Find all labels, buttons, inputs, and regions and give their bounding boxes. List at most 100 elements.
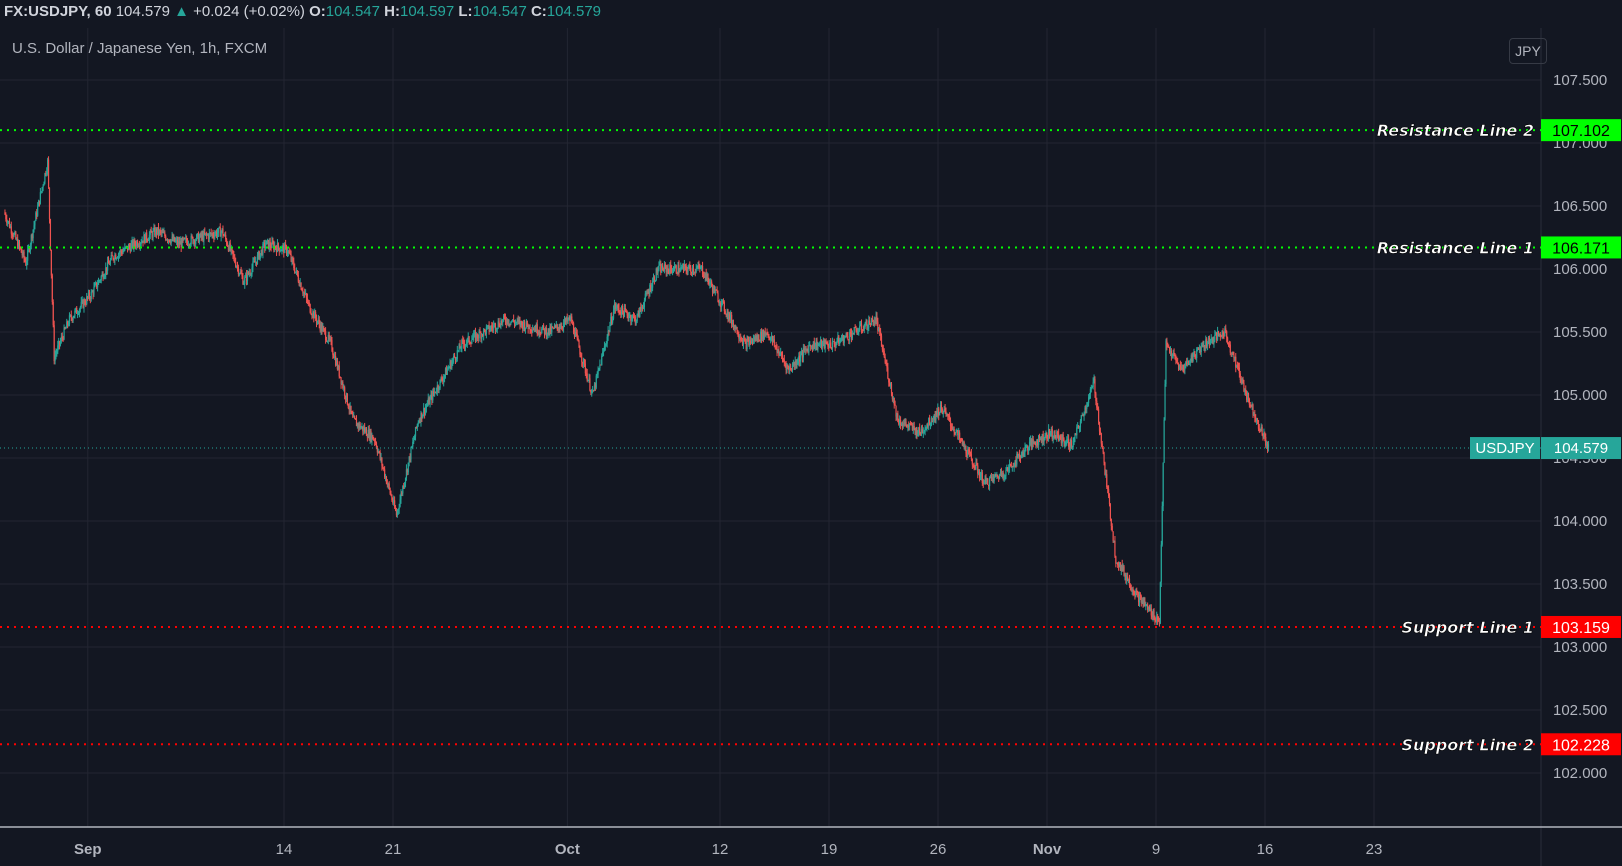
price-tick-label: 103.000 xyxy=(1553,639,1607,656)
price-tick-label: 102.500 xyxy=(1553,702,1607,719)
candle-body xyxy=(97,284,99,288)
candle-body xyxy=(1103,452,1105,463)
chart-title: U.S. Dollar / Japanese Yen, 1h, FXCM xyxy=(12,40,268,57)
candle-body xyxy=(1164,384,1166,420)
time-tick-label: 21 xyxy=(385,841,402,858)
candle-body xyxy=(100,276,102,281)
time-tick-label: 9 xyxy=(1152,841,1160,858)
price-tick-label: 105.500 xyxy=(1553,324,1607,341)
candle-body xyxy=(51,275,53,303)
high-value: 104.597 xyxy=(399,3,455,20)
candle-body xyxy=(1214,334,1216,341)
time-tick-label: Nov xyxy=(1033,841,1062,858)
line-label: Support Line 1 xyxy=(1401,618,1534,637)
time-tick-label: Sep xyxy=(74,841,102,858)
triangle-up-icon: ▲ xyxy=(174,3,189,20)
candle-body xyxy=(1226,331,1228,338)
candle-body xyxy=(34,221,36,226)
candle-body xyxy=(543,325,545,329)
candle-body xyxy=(970,453,973,460)
current-price-value: 104.579 xyxy=(1554,440,1608,457)
line-price-value: 107.102 xyxy=(1552,123,1610,140)
candle-body xyxy=(658,265,660,270)
time-tick-label: 14 xyxy=(276,841,293,858)
candle-body xyxy=(773,339,775,346)
line-price-value: 102.228 xyxy=(1552,737,1610,754)
line-label: Resistance Line 1 xyxy=(1377,238,1534,257)
candle-body xyxy=(1163,419,1165,463)
candle-body xyxy=(277,243,279,248)
candle-body xyxy=(887,367,889,379)
currency-button[interactable]: JPY xyxy=(1509,38,1547,64)
candle-body xyxy=(953,428,955,433)
high-label: H: xyxy=(384,3,400,20)
time-tick-label: 19 xyxy=(821,841,838,858)
symbol-name[interactable]: FX:USDJPY, 60 xyxy=(4,3,112,20)
candle-body xyxy=(217,227,220,233)
candle-body xyxy=(724,311,726,314)
candle-body xyxy=(344,387,346,396)
candle-body xyxy=(1114,540,1116,557)
candle-body xyxy=(90,291,92,300)
close-value: 104.579 xyxy=(546,3,602,20)
candle-body xyxy=(959,432,961,439)
candle-body xyxy=(847,335,849,340)
candle-body xyxy=(1005,470,1007,476)
line-price-value: 106.171 xyxy=(1552,240,1610,257)
line-price-value: 103.159 xyxy=(1552,620,1610,637)
candle-body xyxy=(800,354,802,362)
candle-body xyxy=(675,265,677,273)
time-tick-label: 12 xyxy=(712,841,729,858)
candle-body xyxy=(860,323,863,330)
price-tick-label: 105.000 xyxy=(1553,387,1607,404)
candle-body xyxy=(1165,340,1167,385)
candle-body xyxy=(758,334,760,341)
candle-body xyxy=(410,447,412,460)
candle-body xyxy=(1080,415,1082,422)
candle-body xyxy=(586,373,588,381)
line-label: Support Line 2 xyxy=(1401,735,1534,754)
candle-body xyxy=(871,318,874,320)
candle-body xyxy=(93,286,95,295)
candle-body xyxy=(1161,506,1163,545)
line-label: Resistance Line 2 xyxy=(1377,121,1534,140)
time-tick-label: 16 xyxy=(1257,841,1274,858)
candle-body xyxy=(853,327,855,335)
candle-body xyxy=(1013,466,1015,468)
price-chart[interactable]: 102.000 102.500 103.000 103.500 104.000 104.5… xyxy=(0,28,1622,866)
candle-body xyxy=(354,416,356,419)
close-label: C: xyxy=(530,3,547,20)
candle-body xyxy=(50,249,52,276)
candle-body xyxy=(52,302,54,326)
candle-body xyxy=(1159,582,1161,624)
price-tick-label: 102.000 xyxy=(1553,765,1607,782)
price-tick-label: 104.000 xyxy=(1553,513,1607,530)
open-label: O: xyxy=(309,3,326,20)
symbol-label: USDJPY xyxy=(1475,440,1534,457)
candle-body xyxy=(589,378,591,391)
candle-body xyxy=(1261,426,1263,434)
low-label: L: xyxy=(458,3,473,20)
candle-body xyxy=(1097,409,1100,423)
candle-body xyxy=(1226,337,1229,343)
candle-body xyxy=(1108,496,1111,505)
candle-body xyxy=(42,185,44,188)
low-value: 104.547 xyxy=(472,3,527,20)
candle-body xyxy=(39,192,41,204)
candle-body xyxy=(1162,462,1164,507)
candle-body xyxy=(556,324,558,328)
time-tick-label: 26 xyxy=(930,841,947,858)
candle-body xyxy=(18,242,21,247)
candle-body xyxy=(601,355,603,366)
price-change: +0.024 (+0.02%) xyxy=(193,3,305,20)
candle-body xyxy=(987,478,989,485)
candle-body xyxy=(1229,344,1231,353)
price-tick-label: 106.500 xyxy=(1553,198,1607,215)
candle-body xyxy=(1160,544,1162,583)
symbol-header: FX:USDJPY, 60 104.579 ▲ +0.024 (+0.02%) … xyxy=(0,0,1622,28)
candle-body xyxy=(581,357,583,362)
price-tick-label: 106.000 xyxy=(1553,261,1607,278)
candle-body xyxy=(49,219,52,250)
candle-body xyxy=(471,339,473,344)
candle-body xyxy=(843,337,845,343)
